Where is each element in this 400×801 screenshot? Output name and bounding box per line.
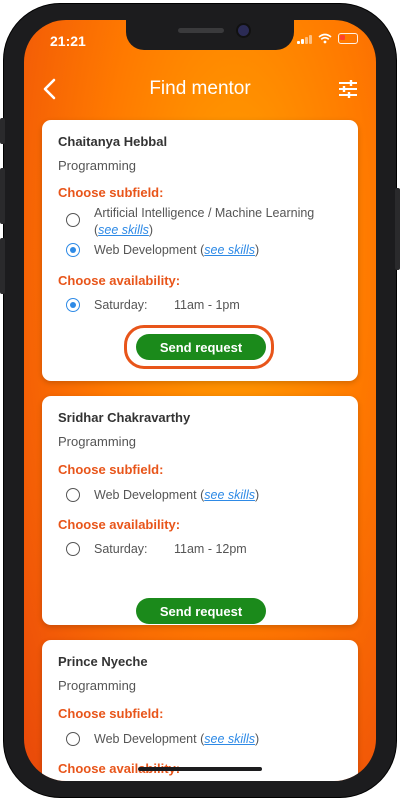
availability-time: 11am - 12pm <box>174 542 247 556</box>
subfield-option-ai-ml[interactable]: Artificial Intelligence / Machine Learni… <box>66 205 348 239</box>
availability-option[interactable]: Saturday: 11am - 1pm <box>66 297 348 314</box>
subfield-option-web-dev[interactable]: Web Development (see skills) <box>66 731 348 748</box>
radio-button[interactable] <box>66 732 80 746</box>
see-skills-link[interactable]: see skills <box>204 732 255 746</box>
paren-close: ) <box>254 488 260 502</box>
subfield-option-web-dev[interactable]: Web Development (see skills) <box>66 242 348 259</box>
see-skills-link[interactable]: see skills <box>204 488 255 502</box>
radio-button-selected[interactable] <box>66 298 80 312</box>
availability-label: Saturday: 11am - 1pm <box>94 297 240 314</box>
paren-close: ) <box>148 223 154 237</box>
wifi-icon <box>318 33 332 44</box>
subfield-option-label: Web Development (see skills) <box>94 242 259 259</box>
mentor-name: Chaitanya Hebbal <box>58 134 168 149</box>
home-indicator[interactable] <box>138 767 262 771</box>
mentor-field: Programming <box>58 678 137 693</box>
mentor-field: Programming <box>58 434 137 449</box>
radio-button-selected[interactable] <box>66 243 80 257</box>
mentor-field: Programming <box>58 158 137 173</box>
subfield-heading: Choose subfield: <box>58 706 164 721</box>
mentor-card: Chaitanya Hebbal Programming Choose subf… <box>42 120 358 381</box>
subfield-heading: Choose subfield: <box>58 185 164 200</box>
volume-up-button <box>0 168 5 224</box>
mute-switch <box>0 118 5 144</box>
availability-day: Saturday: <box>94 542 148 556</box>
subfield-heading: Choose subfield: <box>58 462 164 477</box>
status-time: 21:21 <box>50 33 86 49</box>
availability-time: 11am - 1pm <box>174 298 240 312</box>
availability-label: Saturday: 11am - 12pm <box>94 541 247 558</box>
radio-button[interactable] <box>66 542 80 556</box>
availability-heading: Choose availability: <box>58 273 181 288</box>
speaker-grille <box>178 28 224 33</box>
mentor-card: Sridhar Chakravarthy Programming Choose … <box>42 396 358 625</box>
app-header: Find mentor <box>24 72 376 108</box>
page-title: Find mentor <box>149 78 251 99</box>
camera-icon <box>238 25 249 36</box>
subfield-option-label: Web Development (see skills) <box>94 487 259 504</box>
subfield-name: Web Development <box>94 732 197 746</box>
radio-button[interactable] <box>66 213 80 227</box>
filter-sliders-icon[interactable] <box>336 77 360 101</box>
subfield-option-web-dev[interactable]: Web Development (see skills) <box>66 487 348 504</box>
notch <box>126 20 294 50</box>
send-request-button[interactable]: Send request <box>136 598 266 624</box>
availability-heading: Choose availability: <box>58 517 181 532</box>
status-icons <box>297 33 358 44</box>
subfield-name: Web Development <box>94 243 197 257</box>
subfield-name: Web Development <box>94 488 197 502</box>
mentor-name: Prince Nyeche <box>58 654 148 669</box>
availability-option[interactable]: Saturday: 11am - 12pm <box>66 541 348 558</box>
volume-down-button <box>0 238 5 294</box>
availability-day: Saturday: <box>94 298 148 312</box>
app-screen: 21:21 Find mentor Chaitanya Hebbal Progr… <box>24 20 376 781</box>
cellular-signal-icon <box>297 34 312 44</box>
subfield-option-label: Web Development (see skills) <box>94 731 259 748</box>
subfield-option-label: Artificial Intelligence / Machine Learni… <box>94 205 314 239</box>
mentor-card: Prince Nyeche Programming Choose subfiel… <box>42 640 358 781</box>
subfield-name: Artificial Intelligence / Machine Learni… <box>94 206 315 220</box>
radio-button[interactable] <box>66 488 80 502</box>
paren-close: ) <box>254 243 260 257</box>
send-request-button[interactable]: Send request <box>136 334 266 360</box>
see-skills-link[interactable]: see skills <box>204 243 255 257</box>
power-button <box>395 188 400 270</box>
battery-icon <box>338 33 358 44</box>
see-skills-link[interactable]: see skills <box>98 223 149 237</box>
mentor-name: Sridhar Chakravarthy <box>58 410 191 425</box>
paren-close: ) <box>254 732 260 746</box>
